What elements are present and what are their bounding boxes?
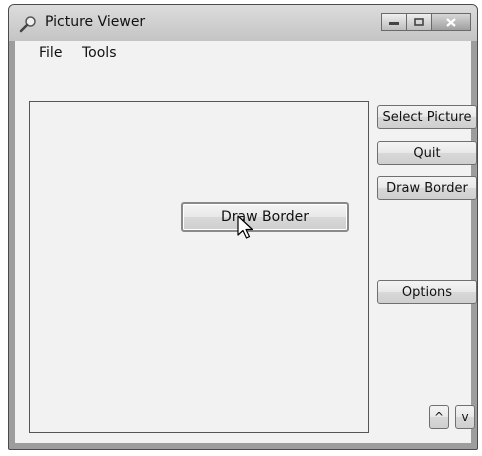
minimize-icon (389, 22, 399, 25)
menu-bar: File Tools (15, 41, 471, 65)
picture-box (29, 101, 369, 433)
minimize-button[interactable] (381, 13, 407, 31)
title-bar[interactable]: Picture Viewer (9, 5, 477, 41)
quit-button[interactable]: Quit (377, 141, 477, 165)
maximize-icon (414, 18, 424, 26)
draw-border-center-button[interactable]: Draw Border (181, 202, 349, 232)
options-button[interactable]: Options (377, 280, 477, 304)
select-picture-button[interactable]: Select Picture (377, 105, 477, 129)
move-up-button[interactable]: ^ (429, 405, 449, 429)
close-button[interactable] (431, 13, 471, 31)
move-down-button[interactable]: v (455, 405, 475, 429)
draw-border-side-button[interactable]: Draw Border (377, 176, 477, 200)
window-controls (381, 13, 471, 31)
window-title: Picture Viewer (45, 14, 146, 30)
close-icon (446, 17, 456, 27)
maximize-button[interactable] (406, 13, 432, 31)
client-area: File Tools Select Picture Quit Draw Bord… (15, 41, 477, 443)
magnifier-icon (19, 15, 37, 33)
app-window: Picture Viewer File Tools Select Picture… (8, 4, 478, 450)
menu-tools[interactable]: Tools (82, 45, 117, 61)
menu-file[interactable]: File (39, 45, 62, 61)
